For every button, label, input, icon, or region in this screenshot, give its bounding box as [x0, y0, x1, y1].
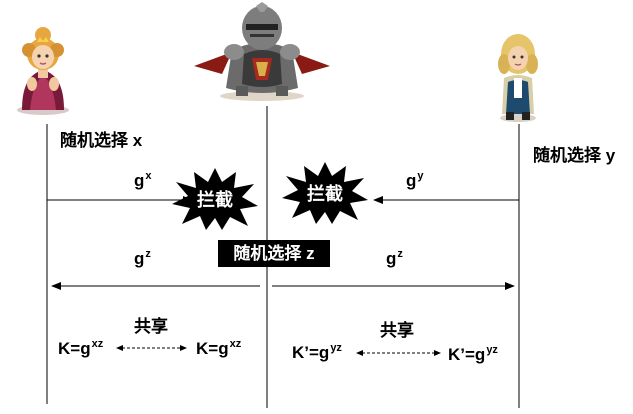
right-key-bob: K’=gyz: [448, 344, 498, 364]
mitm-diffie-hellman-diagram: 拦截 拦截 随机选择 x 随机选择 y 随机选择 z gx gy gz gz 共…: [0, 0, 633, 414]
bob-choose-label: 随机选择 y: [533, 146, 616, 165]
msg-gy: gy: [406, 170, 424, 190]
alice-choose-label: 随机选择 x: [60, 131, 143, 150]
right-key-mallory: K’=gyz: [292, 342, 342, 362]
msg-gz-left: gz: [134, 248, 151, 268]
intercept-label-left: 拦截: [197, 190, 233, 211]
msg-gz-right: gz: [386, 248, 403, 268]
intercept-burst-left: 拦截: [170, 166, 260, 232]
left-key-mallory: K=gxz: [196, 338, 242, 358]
msg-gx: gx: [134, 170, 152, 190]
right-share-title: 共享: [380, 321, 414, 340]
mallory-choose-label: 随机选择 z: [218, 240, 330, 267]
princess-avatar-icon: [17, 27, 69, 115]
left-key-alice: K=gxz: [58, 338, 104, 358]
armored-knight-avatar-icon: [194, 2, 330, 101]
intercept-label-right: 拦截: [307, 184, 343, 205]
intercept-burst-right: 拦截: [280, 160, 370, 226]
left-share-title: 共享: [134, 317, 168, 336]
baroque-gentleman-avatar-icon: [498, 34, 538, 122]
